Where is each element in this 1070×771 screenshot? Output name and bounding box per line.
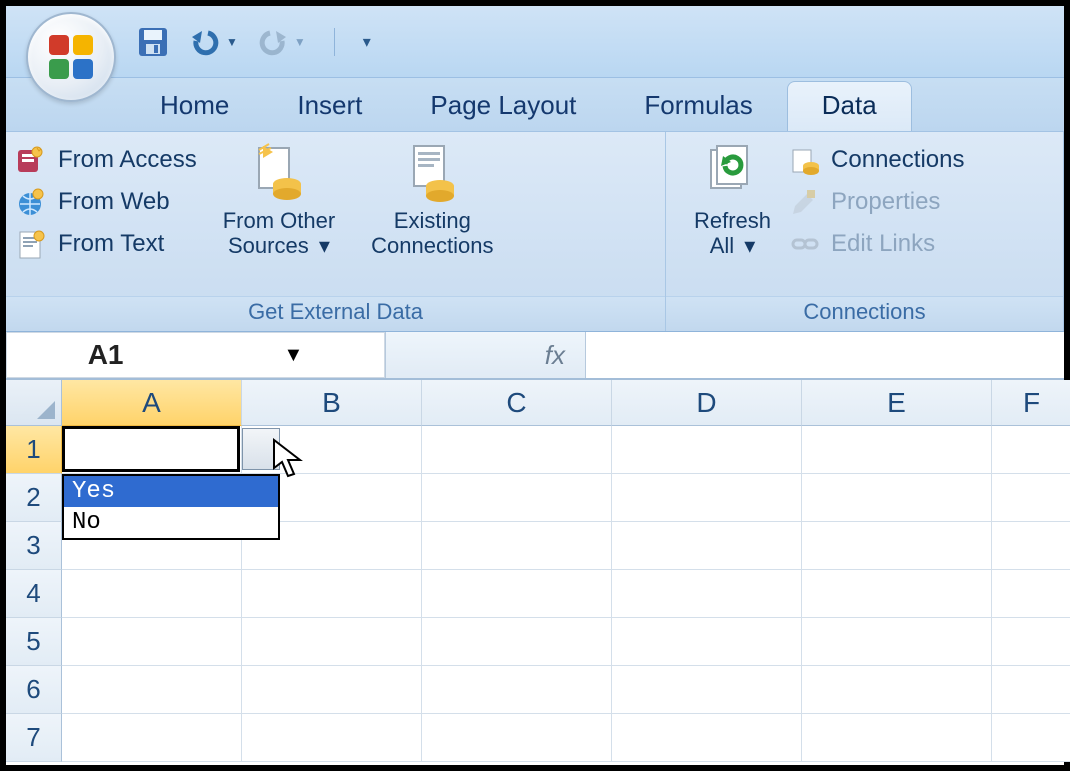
edit-links-label: Edit Links	[831, 230, 935, 258]
chevron-down-icon[interactable]: ▼	[284, 344, 304, 367]
chevron-down-icon: ▾	[738, 233, 755, 258]
from-access-button[interactable]: From Access	[16, 144, 197, 176]
undo-button[interactable]: ▼	[188, 27, 238, 57]
properties-label: Properties	[831, 188, 940, 216]
edit-links-icon	[789, 228, 821, 260]
row-header-2[interactable]: 2	[6, 474, 62, 522]
col-header-E[interactable]: E	[802, 380, 992, 426]
from-other-sources-label2: Sources	[228, 233, 309, 258]
from-other-sources-icon	[249, 142, 309, 202]
from-access-icon	[16, 144, 48, 176]
edit-links-button: Edit Links	[789, 228, 964, 260]
data-validation-dropdown-list[interactable]: Yes No	[62, 474, 280, 540]
cell-grid[interactable]: Yes No	[62, 426, 1070, 765]
row-header-1[interactable]: 1	[6, 426, 62, 474]
qat-customize-icon[interactable]: ▾	[363, 32, 371, 52]
ribbon-group-connections: Refresh All ▾ Connections Properties	[666, 132, 1064, 331]
col-header-C[interactable]: C	[422, 380, 612, 426]
ribbon-tabs: Home Insert Page Layout Formulas Data	[6, 78, 1064, 132]
properties-icon	[789, 186, 821, 218]
formula-input[interactable]	[586, 332, 1064, 378]
insert-function-button[interactable]: fx	[386, 332, 586, 378]
redo-icon	[256, 27, 290, 57]
from-other-sources-label1: From Other	[223, 208, 335, 233]
row-header-7[interactable]: 7	[6, 714, 62, 762]
connections-button[interactable]: Connections	[789, 144, 964, 176]
group-label-external: Get External Data	[6, 296, 665, 331]
col-header-B[interactable]: B	[242, 380, 422, 426]
connections-icon	[789, 144, 821, 176]
dropdown-option-no[interactable]: No	[64, 507, 278, 538]
col-header-A[interactable]: A	[62, 380, 242, 426]
quick-access-toolbar: ▼ ▼ ▾	[136, 6, 371, 77]
row-headers: 1 2 3 4 5 6 7	[6, 380, 62, 765]
from-text-icon	[16, 228, 48, 260]
redo-button[interactable]: ▼	[256, 27, 306, 57]
separator	[334, 28, 335, 56]
row-header-5[interactable]: 5	[6, 618, 62, 666]
worksheet: 1 2 3 4 5 6 7 A B C D E F Yes	[6, 380, 1064, 765]
existing-connections-icon	[402, 142, 462, 202]
from-web-label: From Web	[58, 188, 170, 216]
save-button[interactable]	[136, 25, 170, 59]
connections-label: Connections	[831, 146, 964, 174]
tab-formulas[interactable]: Formulas	[610, 82, 786, 131]
office-logo-icon	[45, 31, 97, 83]
row-header-6[interactable]: 6	[6, 666, 62, 714]
column-headers: A B C D E F	[62, 380, 1070, 426]
tab-data[interactable]: Data	[787, 81, 912, 131]
col-header-F[interactable]: F	[992, 380, 1070, 426]
existing-connections-button[interactable]: Existing Connections	[353, 138, 511, 263]
tab-home[interactable]: Home	[126, 82, 263, 131]
chevron-down-icon: ▼	[294, 35, 306, 49]
refresh-icon	[703, 142, 763, 202]
row-header-3[interactable]: 3	[6, 522, 62, 570]
col-header-D[interactable]: D	[612, 380, 802, 426]
refresh-all-label2: All	[710, 233, 734, 258]
active-cell-A1[interactable]	[62, 426, 240, 472]
existing-connections-label1: Existing	[394, 208, 471, 233]
chevron-down-icon: ▾	[313, 233, 330, 258]
from-web-icon	[16, 186, 48, 218]
fx-icon: fx	[545, 340, 565, 371]
properties-button: Properties	[789, 186, 964, 218]
group-label-connections: Connections	[666, 296, 1063, 331]
office-button[interactable]	[26, 12, 116, 102]
refresh-all-button[interactable]: Refresh All ▾	[676, 138, 789, 263]
undo-icon	[188, 27, 222, 57]
ribbon: From Access From Web From Text	[6, 132, 1064, 332]
tab-page-layout[interactable]: Page Layout	[396, 82, 610, 131]
dropdown-option-yes[interactable]: Yes	[64, 476, 278, 507]
from-other-sources-button[interactable]: From Other Sources ▾	[205, 138, 353, 263]
chevron-down-icon: ▼	[226, 35, 238, 49]
row-header-4[interactable]: 4	[6, 570, 62, 618]
from-text-button[interactable]: From Text	[16, 228, 197, 260]
title-bar: ▼ ▼ ▾	[6, 6, 1064, 78]
name-box[interactable]: A1 ▼	[6, 332, 386, 378]
select-all-corner[interactable]	[6, 380, 62, 426]
ribbon-group-get-external-data: From Access From Web From Text	[6, 132, 666, 331]
formula-bar: A1 ▼ fx	[6, 332, 1064, 380]
data-validation-dropdown-button[interactable]	[242, 428, 280, 470]
existing-connections-label2: Connections	[371, 233, 493, 258]
from-access-label: From Access	[58, 146, 197, 174]
tab-insert[interactable]: Insert	[263, 82, 396, 131]
from-text-label: From Text	[58, 230, 164, 258]
refresh-all-label1: Refresh	[694, 208, 771, 233]
save-icon	[136, 25, 170, 59]
name-box-value: A1	[88, 339, 124, 371]
from-web-button[interactable]: From Web	[16, 186, 197, 218]
